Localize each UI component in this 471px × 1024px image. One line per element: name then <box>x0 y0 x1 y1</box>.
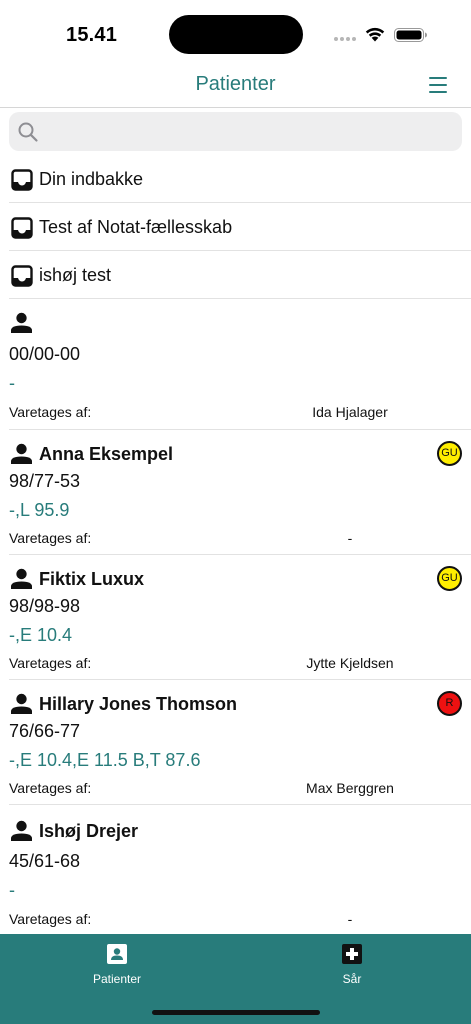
patient-cpr: 98/98-98 <box>9 596 81 616</box>
battery-icon <box>394 28 427 42</box>
person-icon <box>11 312 32 333</box>
caretaker-label: Varetages af: <box>9 530 92 546</box>
inbox-label: ishøj test <box>39 265 112 285</box>
patient-row[interactable]: Fiktix Luxux GU 98/98-98 -,E 10.4 Vareta… <box>0 555 471 680</box>
patient-row[interactable]: Ishøj Drejer 45/61-68 - Varetages af: - <box>0 805 471 934</box>
search-bar[interactable] <box>9 112 462 151</box>
caretaker-label: Varetages af: <box>9 404 92 420</box>
person-icon <box>11 568 32 589</box>
patient-row[interactable]: Anna Eksempel GU 98/77-53 -,L 95.9 Varet… <box>0 430 471 555</box>
inbox-item[interactable]: Test af Notat-fællesskab <box>0 203 471 251</box>
search-input[interactable] <box>45 112 455 151</box>
tab-saar[interactable]: Sår <box>292 944 412 994</box>
patient-wounds: - <box>9 373 15 393</box>
inbox-item[interactable]: Din indbakke <box>0 155 471 203</box>
inbox-icon <box>11 265 33 287</box>
tab-label: Sår <box>342 972 362 986</box>
patient-name: Fiktix Luxux <box>39 569 145 589</box>
status-bar: 15.41 <box>0 0 471 62</box>
patient-wounds: -,E 10.4 <box>9 625 73 645</box>
patient-name: Ishøj Drejer <box>39 821 139 841</box>
patient-name: Anna Eksempel <box>39 444 174 464</box>
caretaker-label: Varetages af: <box>9 655 92 671</box>
status-time: 15.41 <box>66 24 118 46</box>
patient-name: Hillary Jones Thomson <box>39 694 238 714</box>
patient-cpr: 76/66-77 <box>9 721 81 741</box>
menu-button[interactable] <box>426 74 450 96</box>
person-icon <box>11 820 32 841</box>
signal-icon <box>334 37 358 43</box>
caretaker-name: Jytte Kjeldsen <box>306 655 394 671</box>
status-badge: GU <box>437 566 462 591</box>
inbox-label: Din indbakke <box>39 169 144 189</box>
patient-card-icon <box>107 944 127 964</box>
navigation-bar: Patienter <box>0 62 471 108</box>
inbox-label: Test af Notat-fællesskab <box>39 217 233 237</box>
patient-row[interactable]: 00/00-00 - Varetages af: Ida Hjalager <box>0 299 471 430</box>
dynamic-island <box>169 15 303 54</box>
caretaker-label: Varetages af: <box>9 780 92 796</box>
patient-row[interactable]: Hillary Jones Thomson R 76/66-77 -,E 10.… <box>0 680 471 805</box>
patient-wounds: - <box>9 880 15 900</box>
caretaker-name: Max Berggren <box>306 780 394 796</box>
tab-label: Patienter <box>92 972 142 986</box>
inbox-icon <box>11 217 33 239</box>
patient-cpr: 45/61-68 <box>9 851 81 871</box>
caretaker-label: Varetages af: <box>9 911 92 927</box>
caretaker-name: - <box>347 911 353 927</box>
caretaker-name: - <box>347 530 353 546</box>
medical-cross-icon <box>342 944 362 964</box>
person-icon <box>11 693 32 714</box>
home-indicator <box>152 1010 320 1015</box>
inbox-icon <box>11 169 33 191</box>
status-badge: GU <box>437 441 462 466</box>
inbox-item[interactable]: ishøj test <box>0 251 471 299</box>
person-icon <box>11 443 32 464</box>
search-icon <box>18 122 38 142</box>
status-badge: R <box>437 691 462 716</box>
patient-wounds: -,E 10.4,E 11.5 B,T 87.6 <box>9 750 201 770</box>
caretaker-name: Ida Hjalager <box>312 404 388 420</box>
patient-wounds: -,L 95.9 <box>9 500 70 520</box>
patient-cpr: 00/00-00 <box>9 344 81 364</box>
page-title: Patienter <box>195 73 276 95</box>
patient-cpr: 98/77-53 <box>9 471 81 491</box>
wifi-icon <box>365 27 385 42</box>
tab-patienter[interactable]: Patienter <box>57 944 177 994</box>
